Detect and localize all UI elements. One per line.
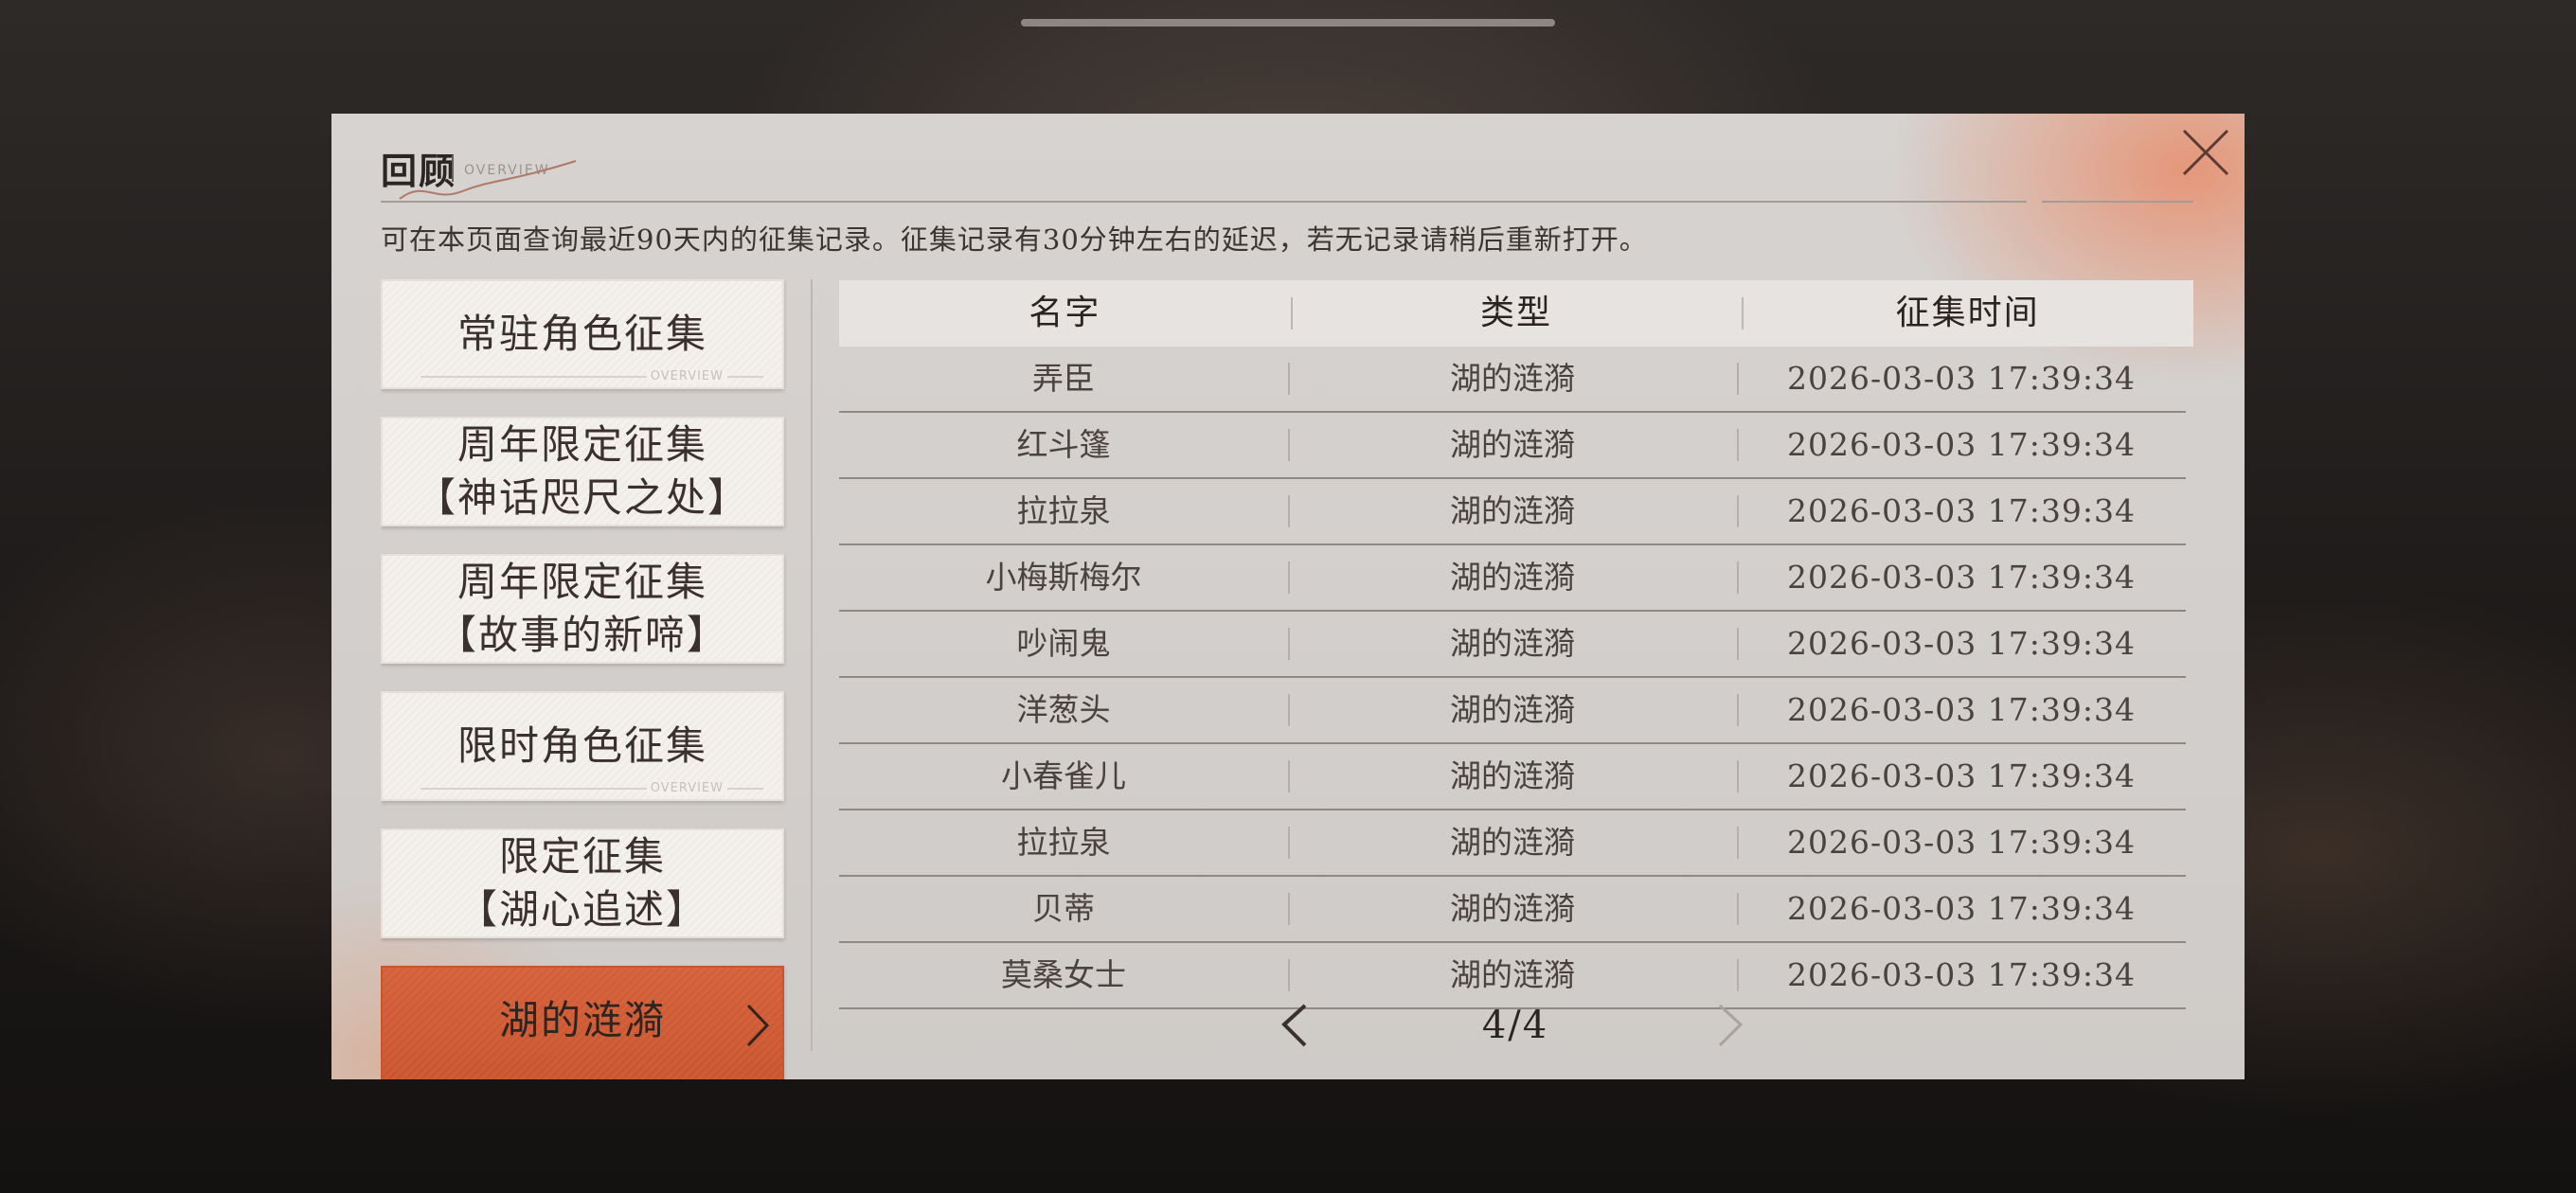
chevron-left-icon xyxy=(1281,1004,1307,1047)
cell-type: 湖的涟漪 xyxy=(1288,678,1737,742)
cell-type: 湖的涟漪 xyxy=(1288,545,1737,610)
cell-time: 2026-03-03 17:39:34 xyxy=(1737,612,2186,676)
header-rule-segment xyxy=(2042,201,2193,203)
sidebar-divider xyxy=(811,279,813,1051)
banner-sublabel: 【湖心追述】 xyxy=(456,886,707,933)
cell-type: 湖的涟漪 xyxy=(1288,347,1737,411)
cell-name: 弄臣 xyxy=(1032,360,1095,397)
cell-name: 吵闹鬼 xyxy=(1016,625,1111,662)
cell-type: 湖的涟漪 xyxy=(1288,479,1737,543)
table-row: 洋葱头 湖的涟漪 2026-03-03 17:39:34 xyxy=(839,678,2186,744)
cell-name: 莫桑女士 xyxy=(1001,956,1126,993)
page-indicator: 4/4 xyxy=(1481,1004,1549,1047)
column-header-type: 类型 xyxy=(1290,280,1743,347)
banner-label: 限时角色征集 xyxy=(456,722,707,769)
home-indicator[interactable] xyxy=(1021,19,1555,27)
banner-label: 周年限定征集 xyxy=(456,559,707,605)
cell-type: 湖的涟漪 xyxy=(1288,877,1737,941)
cell-time: 2026-03-03 17:39:34 xyxy=(1737,877,2186,941)
banner-label: 常驻角色征集 xyxy=(456,311,707,357)
cell-name: 洋葱头 xyxy=(1016,691,1111,728)
cell-time: 2026-03-03 17:39:34 xyxy=(1737,347,2186,411)
cell-name: 红斗篷 xyxy=(1016,426,1111,463)
close-button[interactable] xyxy=(2178,125,2233,180)
cell-name: 小春雀儿 xyxy=(1001,757,1126,794)
banner-label: 湖的涟漪 xyxy=(498,997,666,1043)
cell-time: 2026-03-03 17:39:34 xyxy=(1737,810,2186,875)
table-row: 小梅斯梅尔 湖的涟漪 2026-03-03 17:39:34 xyxy=(839,545,2186,612)
banner-sublabel: 【神话咫尺之处】 xyxy=(415,474,749,521)
banner-list: 常驻角色征集 OVERVIEW 周年限定征集 【神话咫尺之处】 周年限定征集 【… xyxy=(381,279,788,1079)
cell-name: 小梅斯梅尔 xyxy=(985,559,1142,596)
table-header: 名字 类型 征集时间 xyxy=(839,280,2193,347)
close-icon xyxy=(2182,129,2229,176)
column-header-time: 征集时间 xyxy=(1742,280,2193,347)
cell-time: 2026-03-03 17:39:34 xyxy=(1737,413,2186,477)
header-rule xyxy=(381,201,2008,203)
cell-time: 2026-03-03 17:39:34 xyxy=(1737,545,2186,610)
banner-limited-character[interactable]: 限时角色征集 OVERVIEW xyxy=(381,691,784,801)
cell-time: 2026-03-03 17:39:34 xyxy=(1737,678,2186,742)
next-page-button[interactable] xyxy=(1712,1002,1746,1053)
table-row: 弄臣 湖的涟漪 2026-03-03 17:39:34 xyxy=(839,347,2186,413)
cell-time: 2026-03-03 17:39:34 xyxy=(1737,479,2186,543)
prev-page-button[interactable] xyxy=(1279,1002,1313,1053)
table-row: 小春雀儿 湖的涟漪 2026-03-03 17:39:34 xyxy=(839,744,2186,810)
cell-type: 湖的涟漪 xyxy=(1288,744,1737,809)
cell-type: 湖的涟漪 xyxy=(1288,810,1737,875)
record-table: 名字 类型 征集时间 弄臣 湖的涟漪 2026-03-03 17:39:34 红… xyxy=(839,280,2193,1009)
history-panel: 回顾 OVERVIEW 可在本页面查询最近90天内的征集记录。征集记录有30分钟… xyxy=(331,114,2245,1079)
banner-anniversary-story[interactable]: 周年限定征集 【故事的新啼】 xyxy=(381,554,784,664)
banner-lake-ripples[interactable]: 湖的涟漪 xyxy=(381,966,784,1079)
banner-label: 周年限定征集 xyxy=(456,421,707,468)
cell-name: 贝蒂 xyxy=(1032,890,1095,927)
cell-name: 拉拉泉 xyxy=(1016,492,1111,529)
banner-anniversary-myth[interactable]: 周年限定征集 【神话咫尺之处】 xyxy=(381,417,784,526)
cell-type: 湖的涟漪 xyxy=(1288,612,1737,676)
cell-type: 湖的涟漪 xyxy=(1288,413,1737,477)
table-row: 红斗篷 湖的涟漪 2026-03-03 17:39:34 xyxy=(839,413,2186,479)
table-row: 吵闹鬼 湖的涟漪 2026-03-03 17:39:34 xyxy=(839,612,2186,678)
table-row: 拉拉泉 湖的涟漪 2026-03-03 17:39:34 xyxy=(839,479,2186,545)
banner-limited-lake-heart[interactable]: 限定征集 【湖心追述】 xyxy=(381,828,784,938)
chevron-right-icon xyxy=(746,1004,770,1047)
decor-text: OVERVIEW xyxy=(646,369,727,383)
cell-time: 2026-03-03 17:39:34 xyxy=(1737,744,2186,809)
banner-standard-character[interactable]: 常驻角色征集 OVERVIEW xyxy=(381,279,784,389)
table-row: 贝蒂 湖的涟漪 2026-03-03 17:39:34 xyxy=(839,877,2186,943)
pagination: 4/4 xyxy=(1279,994,2131,1060)
table-row: 拉拉泉 湖的涟漪 2026-03-03 17:39:34 xyxy=(839,810,2186,877)
cell-name: 拉拉泉 xyxy=(1016,824,1111,861)
notice-text: 可在本页面查询最近90天内的征集记录。征集记录有30分钟左右的延迟，若无记录请稍… xyxy=(381,223,1648,256)
header-rule-segment xyxy=(1970,201,2027,203)
banner-sublabel: 【故事的新啼】 xyxy=(436,612,728,658)
chevron-right-icon xyxy=(1718,1004,1744,1047)
banner-label: 限定征集 xyxy=(498,833,666,880)
decor-text: OVERVIEW xyxy=(646,781,727,795)
column-header-name: 名字 xyxy=(1029,294,1101,332)
